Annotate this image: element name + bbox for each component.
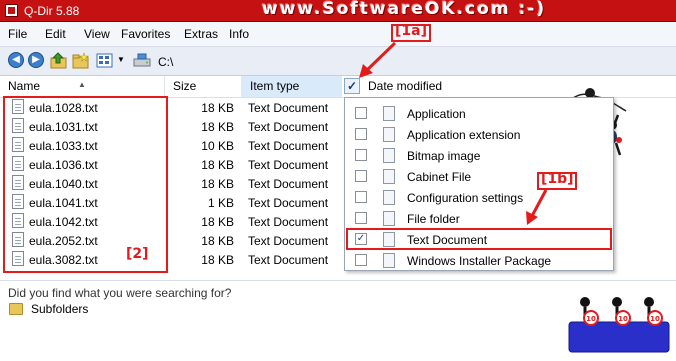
annotation-arrow-1b (526, 189, 548, 225)
file-type: Text Document (248, 253, 329, 267)
column-type-label: Item type (250, 79, 300, 93)
file-type-icon (383, 169, 395, 184)
file-size: 18 KB (201, 120, 234, 134)
column-size[interactable]: Size (165, 76, 242, 97)
annotation-2: [2] (126, 246, 149, 262)
folder-up-icon[interactable] (50, 52, 68, 69)
mascots-judges-illustration: 10 10 10 (568, 297, 670, 353)
menu-bar: File Edit View Favorites Extras Info (0, 22, 676, 47)
view-grid-icon[interactable] (96, 52, 114, 69)
menu-view[interactable]: View (84, 27, 110, 41)
column-size-label: Size (173, 79, 197, 93)
filter-checkbox[interactable] (355, 191, 367, 203)
file-type: Text Document (248, 120, 329, 134)
file-size: 18 KB (201, 158, 234, 172)
file-type-icon (383, 148, 395, 163)
filter-item-label: Application extension (407, 128, 521, 142)
column-name-label: Name (8, 79, 41, 93)
filter-item-label: Bitmap image (407, 149, 481, 163)
menu-edit[interactable]: Edit (45, 27, 66, 41)
annotation-arrow-1a (359, 41, 397, 78)
menu-favorites[interactable]: Favorites (121, 27, 170, 41)
filter-item-label: Application (407, 107, 466, 121)
forward-icon[interactable]: ▶ (28, 52, 44, 68)
filter-item-label: File folder (407, 212, 460, 226)
file-type: Text Document (248, 158, 329, 172)
drive-icon (133, 53, 151, 67)
window-title: Q-Dir 5.88 (24, 4, 80, 18)
filter-checkbox[interactable] (355, 254, 367, 266)
file-type: Text Document (248, 177, 329, 191)
file-type-icon (383, 106, 395, 121)
column-item-type[interactable]: Item type (242, 76, 342, 97)
file-size: 18 KB (201, 101, 234, 115)
menu-extras[interactable]: Extras (184, 27, 218, 41)
folder-icon (9, 303, 23, 315)
svg-text:10: 10 (618, 315, 628, 323)
file-size: 1 KB (207, 196, 234, 210)
filter-item-label: Windows Installer Package (407, 254, 552, 268)
file-type-icon (383, 190, 395, 205)
filter-item-bitmap-image[interactable]: Bitmap image (345, 145, 613, 166)
watermark: www.SoftwareOK.com :-) (262, 0, 547, 19)
filter-checkbox[interactable] (355, 128, 367, 140)
app-icon (5, 4, 18, 17)
toolbar: ◀ ▶ ▼ C:\ (0, 47, 676, 76)
annotation-box-text-document (346, 228, 612, 250)
filter-checkbox[interactable] (355, 170, 367, 182)
filter-checkbox[interactable] (355, 107, 367, 119)
column-date-label: Date modified (368, 79, 443, 93)
file-type-icon (383, 253, 395, 268)
address-path[interactable]: C:\ (158, 55, 173, 69)
filter-checkbox-button[interactable]: ✓ (344, 78, 360, 94)
title-bar: Q-Dir 5.88 www.SoftwareOK.com :-) (0, 0, 676, 22)
filter-item-label: Configuration settings (407, 191, 524, 205)
file-size: 18 KB (201, 253, 234, 267)
new-folder-icon[interactable] (72, 52, 90, 69)
sort-ascending-icon: ▲ (78, 80, 86, 89)
filter-item-configuration-settings[interactable]: Configuration settings (345, 187, 613, 208)
filter-item-application[interactable]: Application (345, 103, 613, 124)
back-icon[interactable]: ◀ (8, 52, 24, 68)
view-dropdown-arrow-icon[interactable]: ▼ (117, 55, 125, 64)
annotation-1a: [1a] (395, 23, 427, 39)
file-type-icon (383, 127, 395, 142)
filter-item-application-extension[interactable]: Application extension (345, 124, 613, 145)
file-size: 18 KB (201, 177, 234, 191)
svg-text:10: 10 (586, 315, 596, 323)
column-name[interactable]: ▲ Name (0, 76, 165, 97)
filter-item-label: Cabinet File (407, 170, 472, 184)
file-size: 10 KB (201, 139, 234, 153)
file-type: Text Document (248, 196, 329, 210)
menu-file[interactable]: File (8, 27, 27, 41)
subfolders-link[interactable]: Subfolders (31, 302, 88, 316)
file-size: 18 KB (201, 234, 234, 248)
file-type: Text Document (248, 139, 329, 153)
filter-checkbox[interactable] (355, 212, 367, 224)
svg-text:10: 10 (650, 315, 660, 323)
file-type: Text Document (248, 101, 329, 115)
file-size: 18 KB (201, 215, 234, 229)
file-type-icon (383, 211, 395, 226)
filter-checkbox[interactable] (355, 149, 367, 161)
filter-item-windows-installer-package[interactable]: Windows Installer Package (345, 250, 613, 271)
filter-item-file-folder[interactable]: File folder (345, 208, 613, 229)
file-type: Text Document (248, 234, 329, 248)
menu-info[interactable]: Info (229, 27, 249, 41)
annotation-1b: [1b] (541, 171, 574, 187)
search-hint-text: Did you find what you were searching for… (8, 286, 232, 300)
file-type: Text Document (248, 215, 329, 229)
